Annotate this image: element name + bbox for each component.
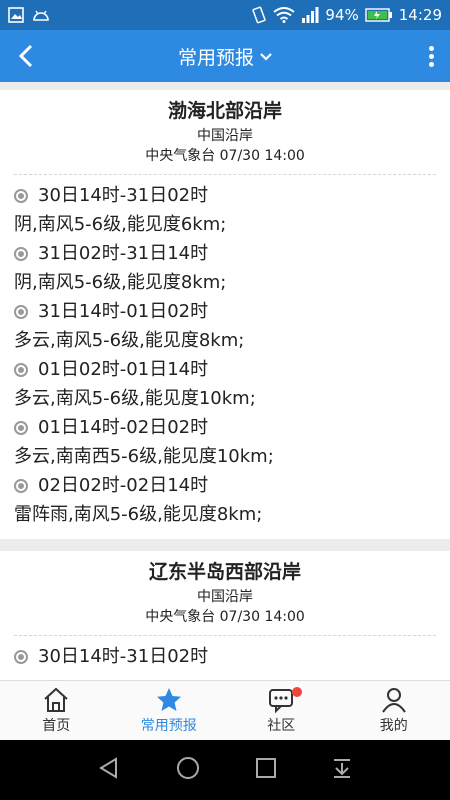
vibrate-icon — [252, 6, 267, 24]
system-recents-button[interactable] — [255, 757, 277, 783]
nav-label: 社区 — [267, 718, 296, 734]
forecast-list[interactable]: 渤海北部沿岸 中国沿岸 中央气象台 07/30 14:00 30日14时-31日… — [0, 82, 450, 680]
forecast-period: 30日14时-31日02时 — [14, 642, 436, 671]
period-text: 02日02时-02日14时 — [38, 475, 209, 496]
pull-down-icon — [334, 759, 350, 778]
forecast-period: 02日02时-02日14时 — [14, 471, 436, 500]
android-icon — [33, 10, 49, 21]
notification-badge — [292, 687, 302, 697]
forecast-period: 30日14时-31日02时 — [14, 181, 436, 210]
person-icon — [381, 688, 406, 713]
forecast-period: 31日02时-31日14时 — [14, 239, 436, 268]
triangle-back-icon — [99, 757, 117, 779]
circle-home-icon — [177, 757, 199, 779]
battery-icon — [365, 8, 392, 22]
nav-forecast[interactable]: 常用预报 — [113, 681, 226, 740]
back-button[interactable] — [12, 42, 40, 70]
bullet-icon — [14, 246, 28, 261]
forecast-card[interactable]: 辽东半岛西部沿岸 中国沿岸 中央气象台 07/30 14:00 30日14时-3… — [0, 551, 450, 680]
wifi-icon — [273, 7, 296, 23]
system-nav-bar — [0, 740, 450, 800]
period-text: 01日14时-02日02时 — [38, 417, 209, 438]
period-text: 31日14时-01日02时 — [38, 301, 209, 322]
divider — [14, 635, 436, 636]
square-recents-icon — [256, 758, 276, 778]
gallery-icon — [8, 7, 24, 23]
card-source: 中央气象台 07/30 14:00 — [145, 148, 305, 164]
period-text: 01日02时-01日14时 — [38, 359, 209, 380]
nav-label: 常用预报 — [140, 718, 197, 734]
period-text: 30日14时-31日02时 — [38, 185, 209, 206]
bullet-icon — [14, 649, 28, 664]
period-text: 31日02时-31日14时 — [38, 243, 209, 264]
nav-community[interactable]: 社区 — [225, 681, 338, 740]
nav-label: 我的 — [379, 718, 408, 734]
card-region: 中国沿岸 — [197, 589, 253, 605]
card-source: 中央气象台 07/30 14:00 — [145, 609, 305, 625]
forecast-desc: 多云,南风5-6级,能见度8km; — [14, 330, 245, 351]
system-notification-button[interactable] — [331, 757, 353, 783]
chevron-down-icon — [260, 52, 272, 61]
app-bar: 常用预报 — [0, 30, 450, 82]
forecast-desc: 阴,南风5-6级,能见度6km; — [14, 214, 227, 235]
card-title: 辽东半岛西部沿岸 — [148, 561, 301, 583]
bullet-icon — [14, 188, 28, 203]
bullet-icon — [14, 420, 28, 435]
forecast-card[interactable]: 渤海北部沿岸 中国沿岸 中央气象台 07/30 14:00 30日14时-31日… — [0, 90, 450, 539]
battery-percent: 94% — [325, 6, 359, 24]
more-dot — [428, 45, 434, 51]
signal-icon — [302, 7, 319, 23]
more-menu-button[interactable] — [422, 42, 440, 70]
period-text: 30日14时-31日02时 — [38, 646, 209, 667]
bullet-icon — [14, 478, 28, 493]
forecast-period: 01日02时-01日14时 — [14, 355, 436, 384]
divider — [14, 174, 436, 175]
home-icon — [44, 687, 68, 712]
star-icon — [156, 688, 181, 711]
bullet-icon — [14, 304, 28, 319]
forecast-desc: 多云,南南西5-6级,能见度10km; — [14, 446, 274, 467]
status-bar: 94% 14:29 — [0, 0, 450, 30]
nav-home[interactable]: 首页 — [0, 681, 113, 740]
forecast-desc: 雷阵雨,南风5-6级,能见度8km; — [14, 504, 263, 525]
card-region: 中国沿岸 — [197, 128, 253, 144]
title-dropdown[interactable] — [260, 47, 272, 66]
system-back-button[interactable] — [97, 756, 121, 784]
forecast-period: 01日14时-02日02时 — [14, 413, 436, 442]
forecast-desc: 多云,南风5-6级,能见度10km; — [14, 388, 256, 409]
nav-mine[interactable]: 我的 — [338, 681, 450, 740]
forecast-desc: 阴,南风5-6级,能见度8km; — [14, 272, 227, 293]
card-title: 渤海北部沿岸 — [167, 100, 282, 122]
system-home-button[interactable] — [175, 755, 201, 785]
forecast-period: 31日14时-01日02时 — [14, 297, 436, 326]
page-title[interactable]: 常用预报 — [178, 43, 254, 70]
more-dot — [428, 53, 434, 59]
chat-icon — [269, 689, 294, 714]
chevron-left-icon — [18, 44, 33, 68]
bottom-nav: 首页 常用预报 社区 我的 — [0, 680, 450, 740]
clock: 14:29 — [398, 6, 442, 24]
bullet-icon — [14, 362, 28, 377]
nav-label: 首页 — [42, 718, 71, 734]
more-dot — [428, 61, 434, 67]
